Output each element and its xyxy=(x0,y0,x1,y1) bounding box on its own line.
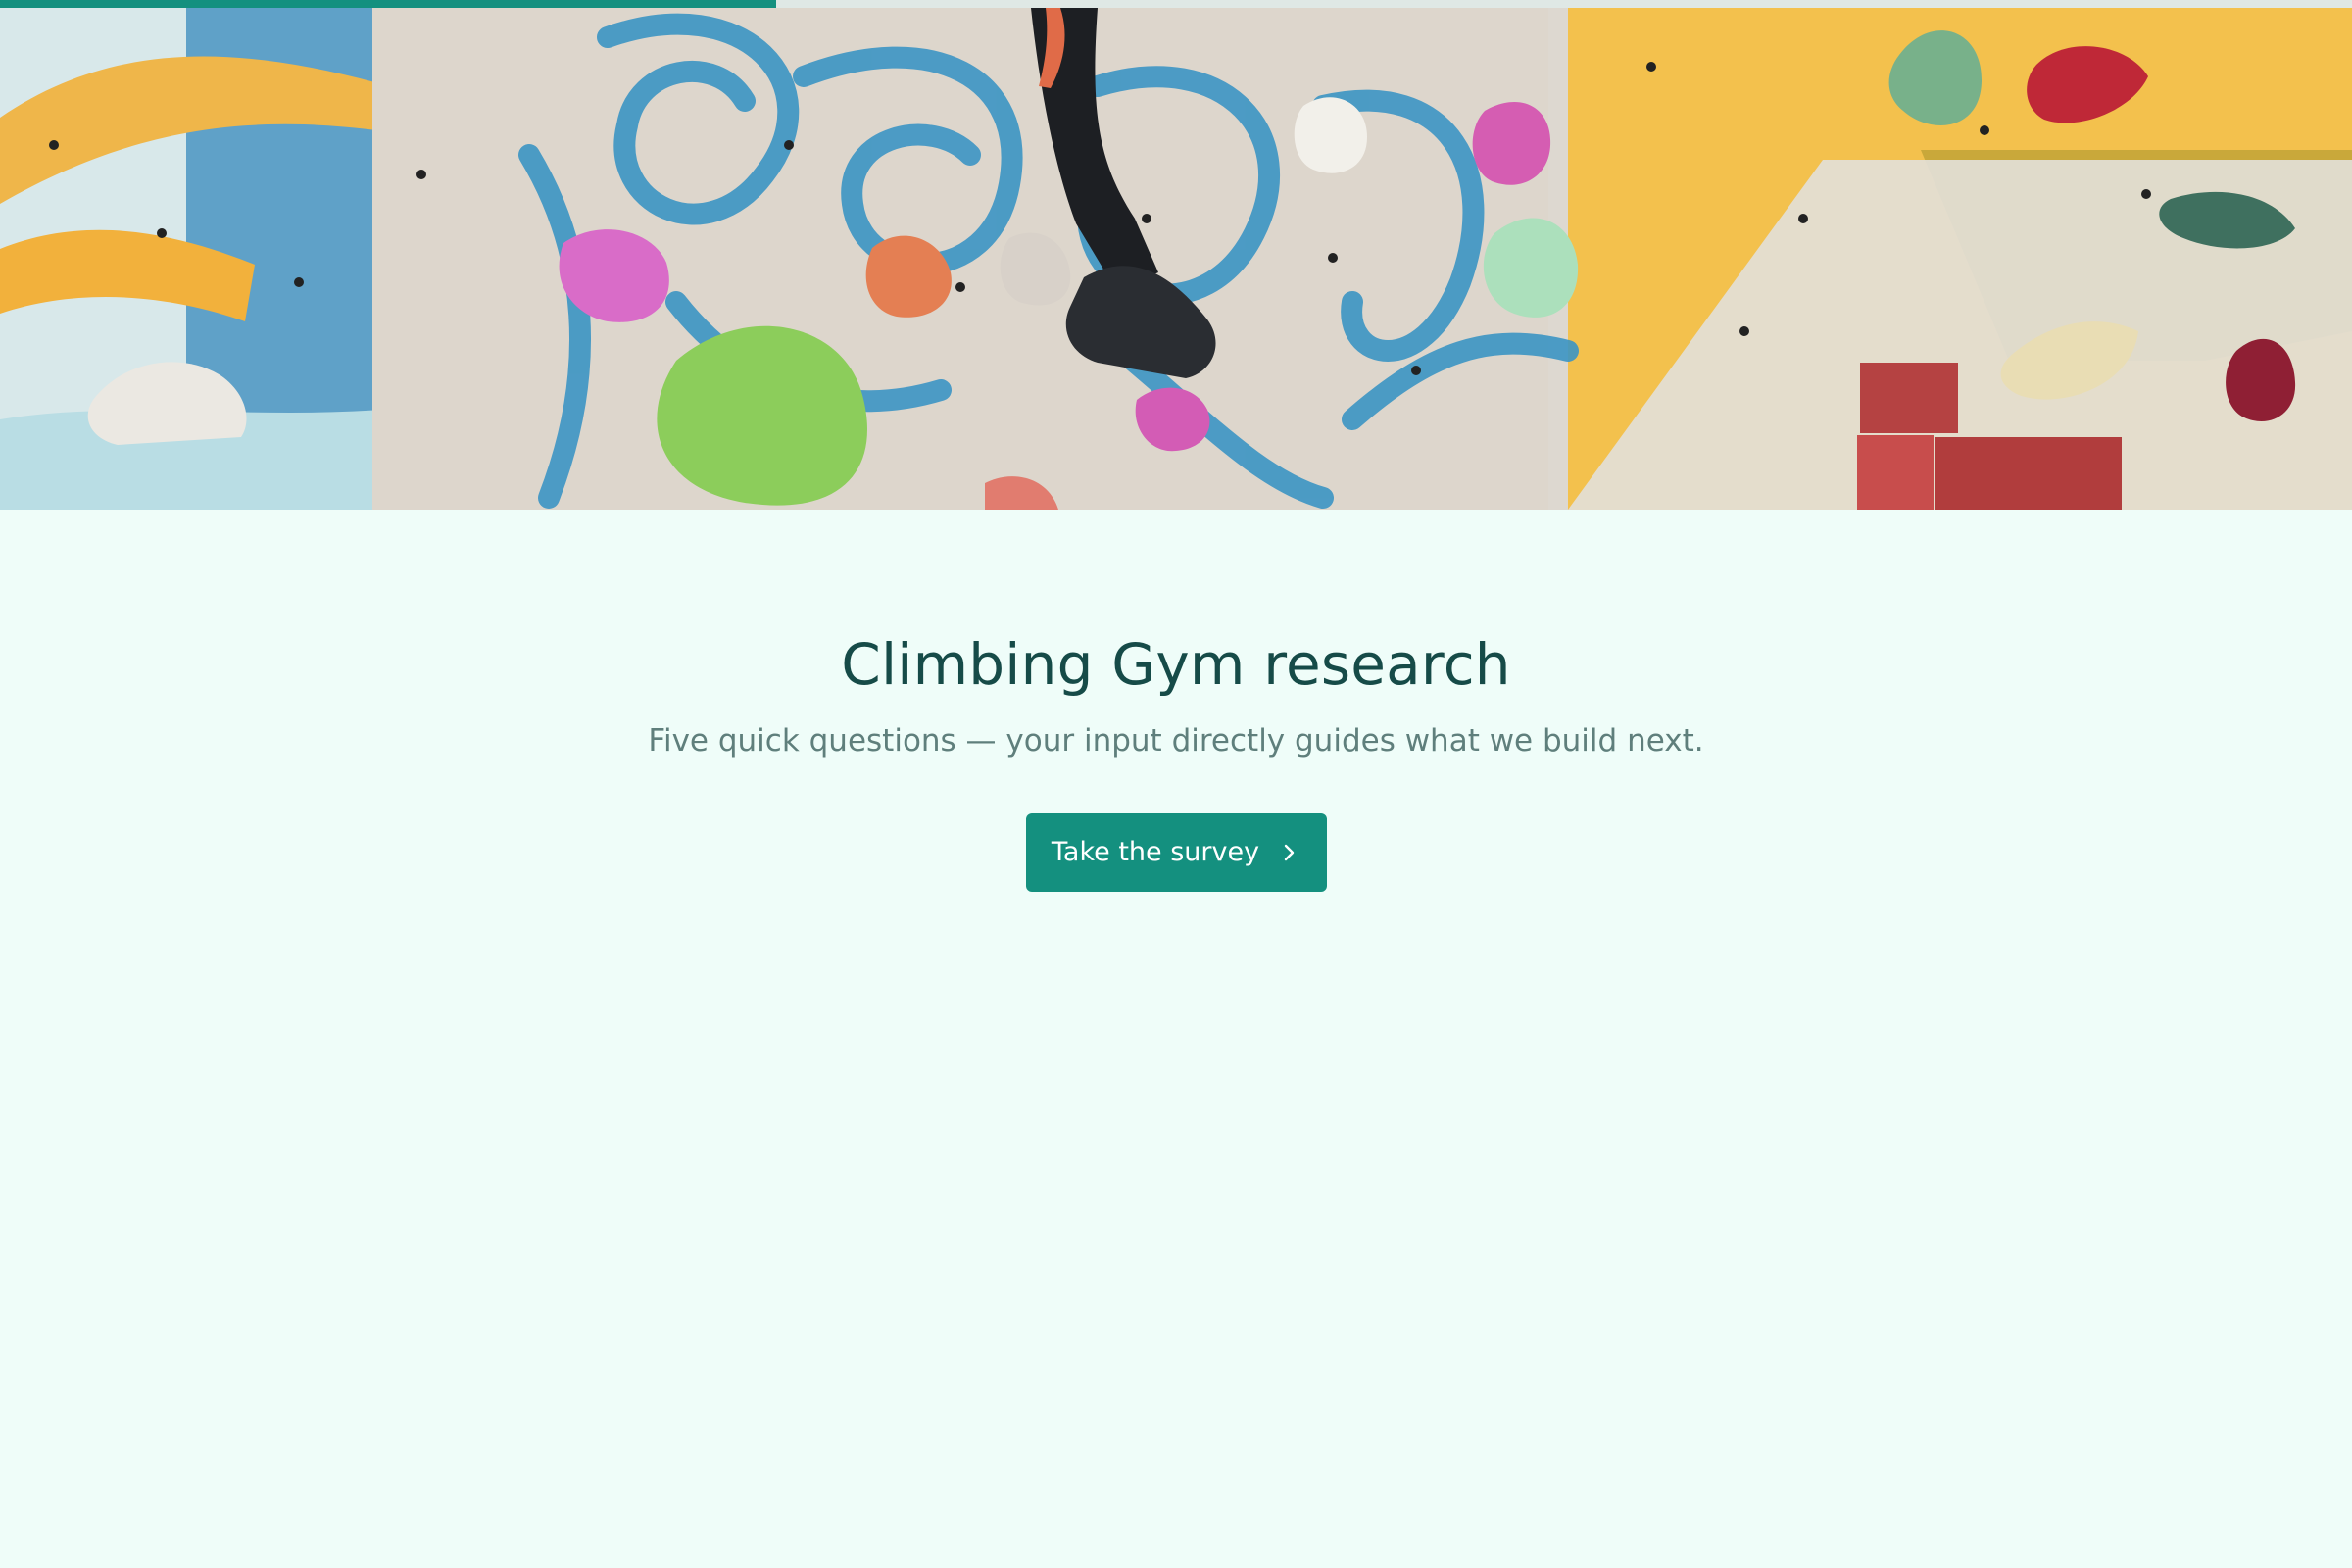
progress-bar xyxy=(0,0,2352,8)
chevron-right-icon xyxy=(1277,841,1300,864)
survey-landing-page: Climbing Gym research Five quick questio… xyxy=(0,0,2352,1568)
take-survey-button[interactable]: Take the survey xyxy=(1025,812,1327,892)
progress-bar-fill xyxy=(0,0,776,8)
take-survey-button-label: Take the survey xyxy=(1051,837,1260,868)
survey-intro: Climbing Gym research Five quick questio… xyxy=(0,510,2352,892)
hero-image xyxy=(0,8,2352,510)
survey-description: Five quick questions — your input direct… xyxy=(648,722,1704,759)
page-title: Climbing Gym research xyxy=(841,631,1511,698)
climbing-wall-illustration xyxy=(0,8,2352,510)
